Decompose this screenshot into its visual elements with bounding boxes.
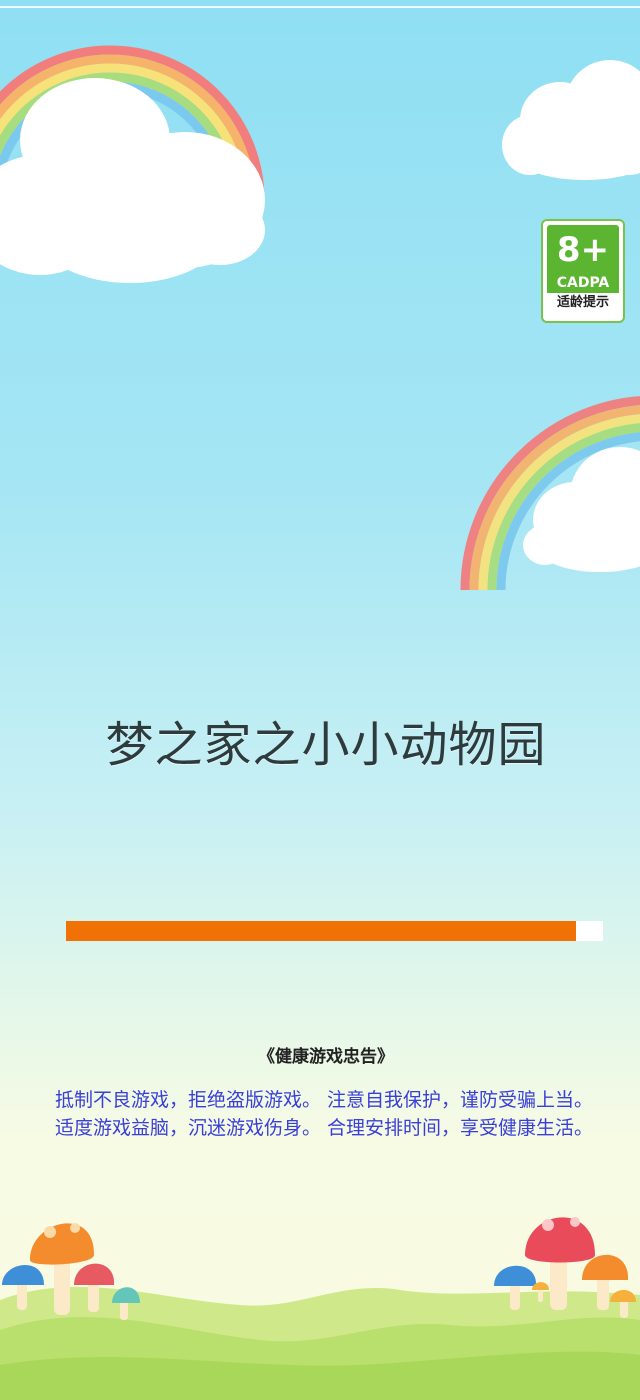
age-rating-badge: 8+ CADPA 适龄提示 — [541, 219, 625, 323]
loading-progress-fill — [66, 921, 577, 941]
age-rating-note: 适龄提示 — [556, 295, 609, 310]
health-advice-line-1: 抵制不良游戏，拒绝盗版游戏。 注意自我保护，谨防受骗上当。 — [54, 1089, 594, 1111]
game-title: 梦之家之小小动物园 — [105, 717, 547, 773]
loading-progress-bar — [66, 921, 603, 941]
cloud-top-right-icon — [502, 60, 640, 180]
health-advice-line-2: 适度游戏益脑，沉迷游戏伤身。 合理安排时间，享受健康生活。 — [54, 1117, 594, 1139]
age-rating-org: CADPA — [547, 275, 619, 293]
background-scenery — [0, 45, 640, 1400]
health-advice-heading: 《健康游戏忠告》 — [258, 1047, 394, 1067]
